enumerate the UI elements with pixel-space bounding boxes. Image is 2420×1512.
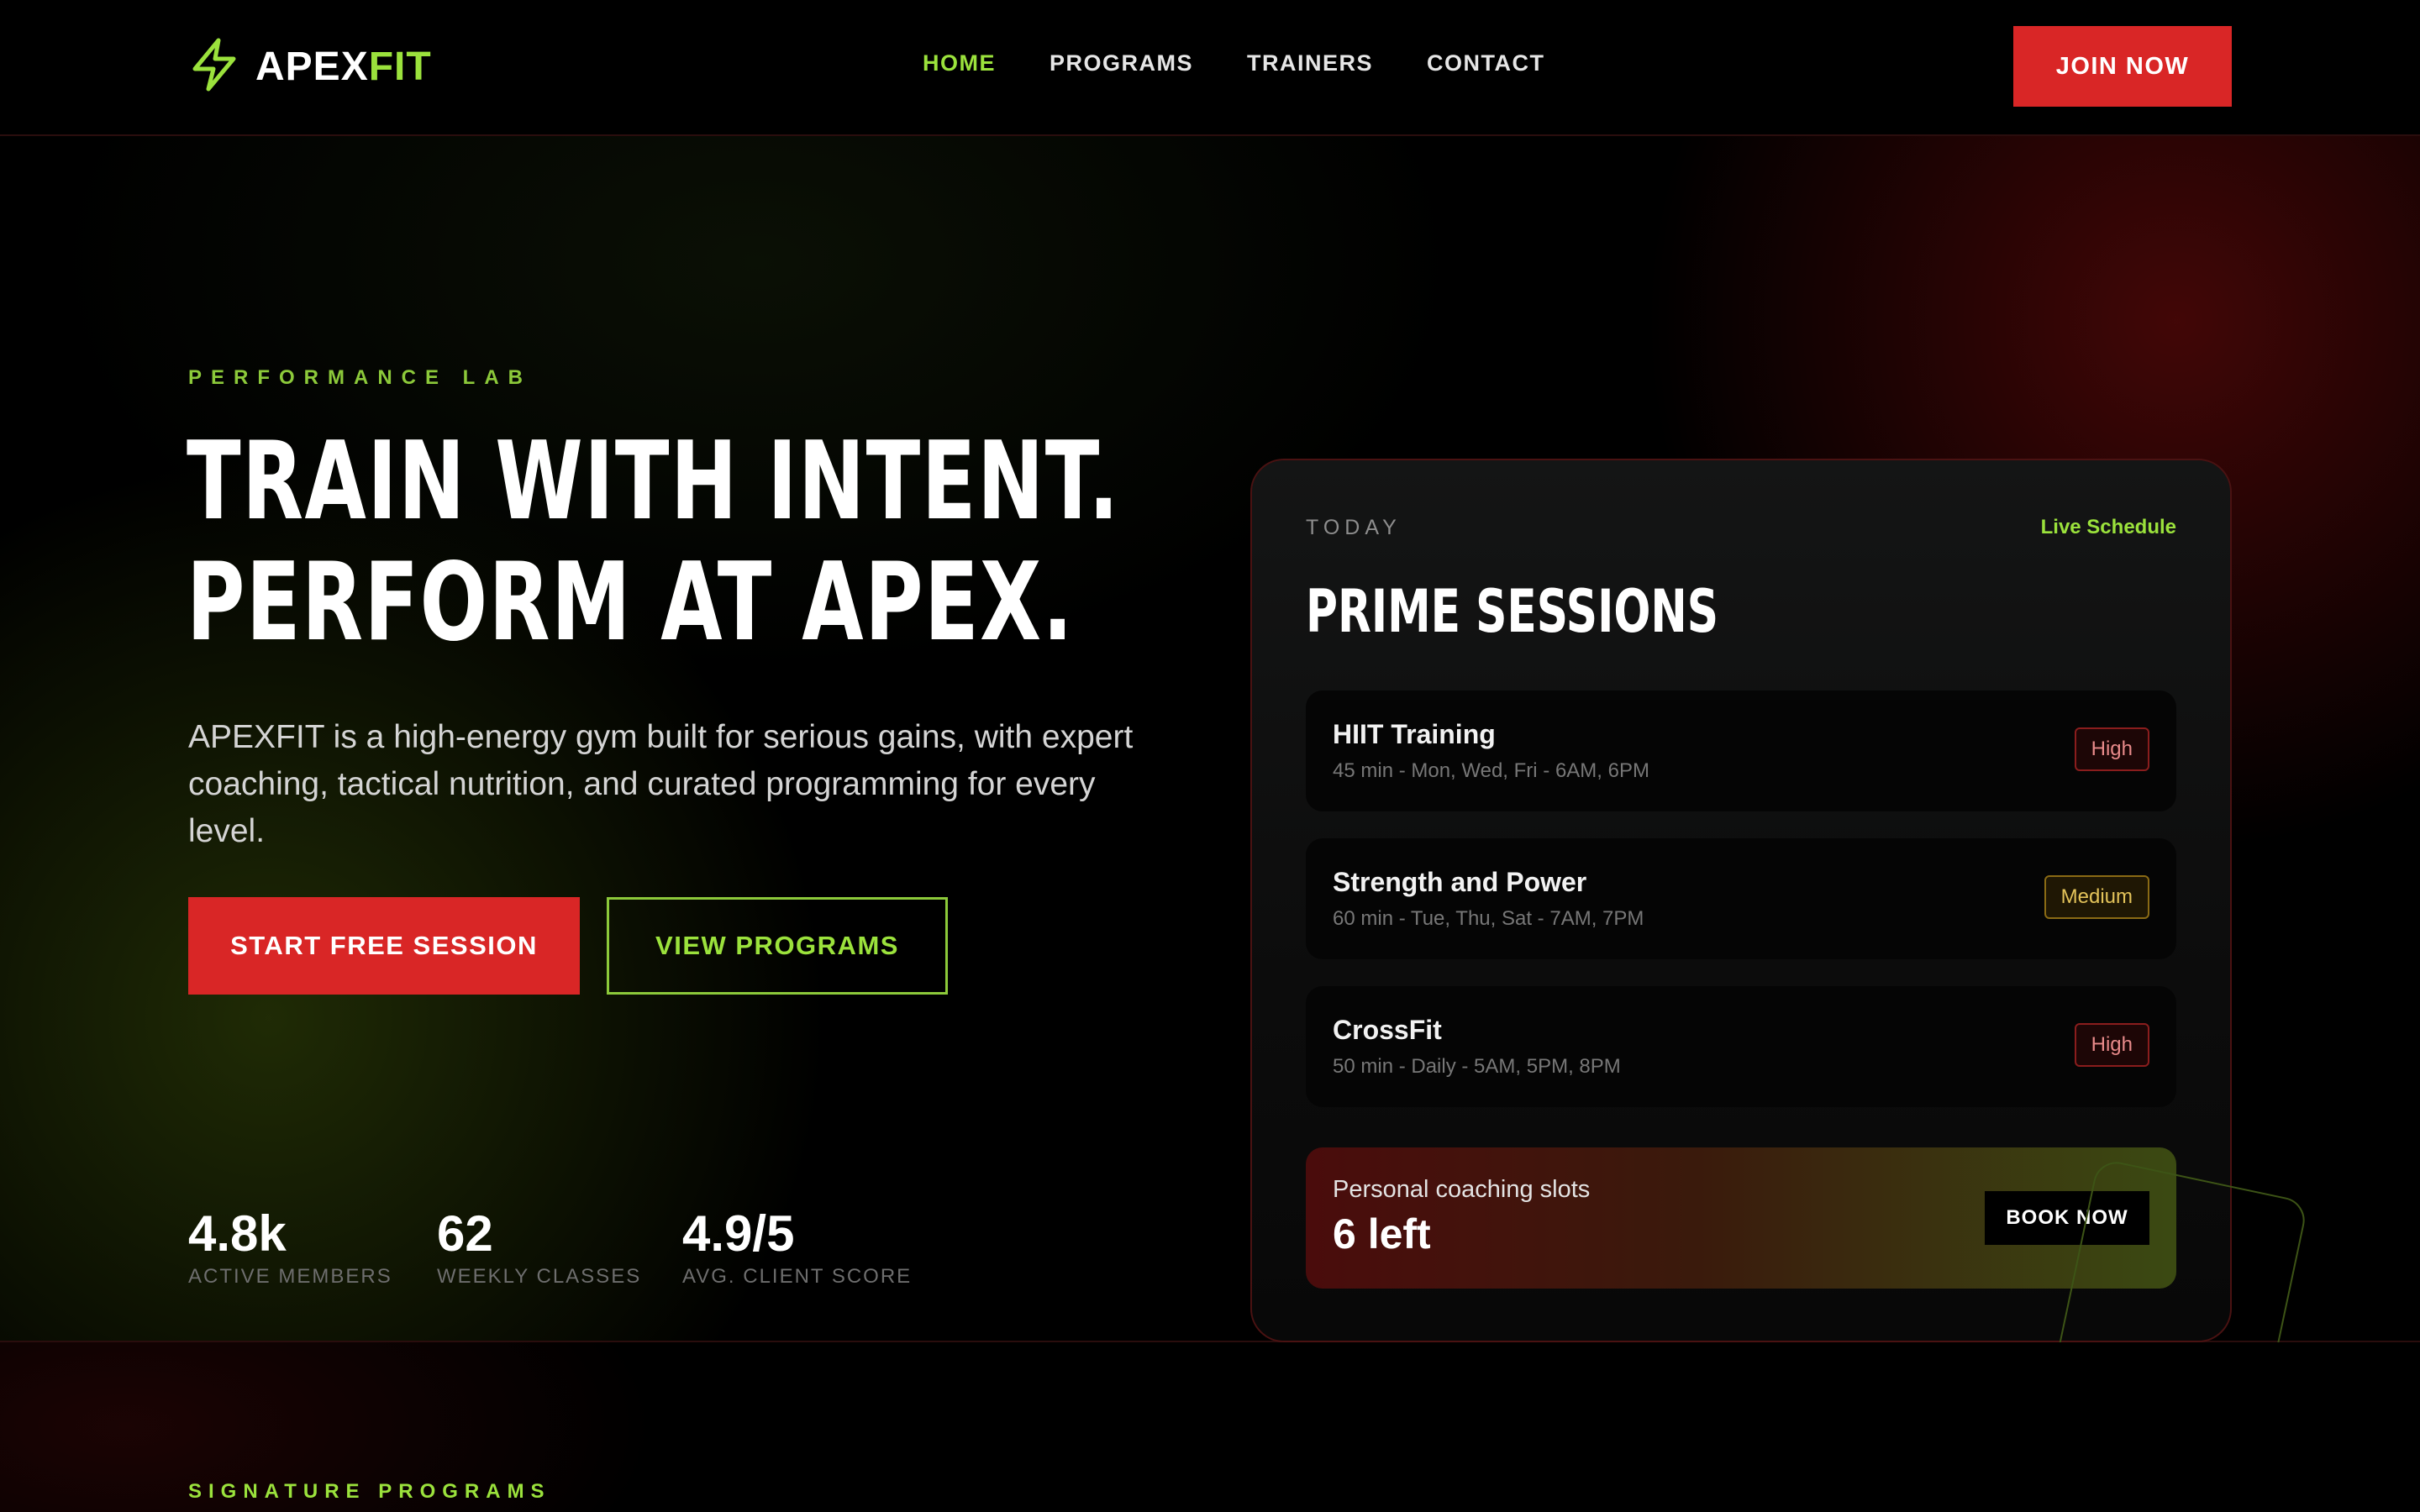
programs-eyebrow: SIGNATURE PROGRAMS (188, 1480, 551, 1503)
session-meta: 45 min - Mon, Wed, Fri - 6AM, 6PM (1333, 759, 1649, 782)
session-name: Strength and Power (1333, 867, 1587, 897)
stat-weekly-classes: 62 WEEKLY CLASSES (437, 1205, 641, 1289)
coaching-slots-banner: Personal coaching slots 6 left BOOK NOW (1306, 1147, 2176, 1289)
intensity-badge: Medium (2044, 875, 2149, 919)
nav-link-contact[interactable]: CONTACT (1427, 50, 1544, 76)
coaching-label: Personal coaching slots (1333, 1176, 1591, 1203)
coaching-slots-count: 6 left (1333, 1210, 1431, 1257)
stat-label: WEEKLY CLASSES (437, 1265, 642, 1288)
intensity-badge: High (2074, 727, 2149, 771)
primary-nav: HOME PROGRAMS TRAINERS CONTACT (923, 50, 1545, 76)
stat-active-members: 4.8k ACTIVE MEMBERS (188, 1205, 392, 1289)
live-schedule-link[interactable]: Live Schedule (2041, 516, 2176, 539)
hero-headline: TRAIN WITH INTENT. PERFORM AT APEX. (187, 422, 1120, 664)
hero-section: PERFORMANCE LAB TRAIN WITH INTENT. PERFO… (0, 136, 2420, 1413)
session-item-strength[interactable]: Strength and Power 60 min - Tue, Thu, Sa… (1306, 838, 2176, 959)
session-meta: 50 min - Daily - 5AM, 5PM, 8PM (1333, 1055, 1621, 1078)
view-programs-button[interactable]: VIEW PROGRAMS (607, 897, 948, 995)
schedule-title: PRIME SESSIONS (1306, 577, 1719, 646)
hero-headline-line-1: TRAIN WITH INTENT. (187, 419, 1120, 544)
session-item-hiit[interactable]: HIIT Training 45 min - Mon, Wed, Fri - 6… (1306, 690, 2176, 811)
programs-section: SIGNATURE PROGRAMS (0, 1342, 2420, 1512)
session-name: CrossFit (1333, 1015, 1442, 1045)
schedule-card: TODAY Live Schedule PRIME SESSIONS HIIT … (1250, 459, 2232, 1342)
brand-logo[interactable]: APEXFIT (188, 37, 432, 97)
lightning-bolt-icon (188, 37, 240, 97)
session-meta: 60 min - Tue, Thu, Sat - 7AM, 7PM (1333, 907, 1644, 930)
join-now-button[interactable]: JOIN NOW (2013, 26, 2232, 107)
session-name: HIIT Training (1333, 719, 1496, 749)
stat-label: ACTIVE MEMBERS (188, 1265, 392, 1288)
brand-name: APEXFIT (255, 44, 432, 89)
hero-description: APEXFIT is a high-energy gym built for s… (188, 719, 1134, 849)
stat-value: 4.8k (188, 1205, 287, 1262)
stat-client-score: 4.9/5 AVG. CLIENT SCORE (682, 1205, 912, 1289)
intensity-badge: High (2074, 1023, 2149, 1067)
nav-link-trainers[interactable]: TRAINERS (1247, 50, 1373, 76)
hero-headline-line-2: PERFORM AT APEX. (187, 540, 1075, 665)
start-free-session-button[interactable]: START FREE SESSION (188, 897, 580, 995)
stat-value: 4.9/5 (682, 1205, 795, 1262)
session-item-crossfit[interactable]: CrossFit 50 min - Daily - 5AM, 5PM, 8PM … (1306, 986, 2176, 1107)
stat-label: AVG. CLIENT SCORE (682, 1265, 913, 1288)
nav-link-programs[interactable]: PROGRAMS (1050, 50, 1193, 76)
hero-eyebrow: PERFORMANCE LAB (188, 366, 532, 389)
top-navigation: APEXFIT HOME PROGRAMS TRAINERS CONTACT J… (0, 0, 2420, 136)
stat-value: 62 (437, 1205, 493, 1262)
schedule-eyebrow: TODAY (1306, 516, 1402, 539)
nav-link-home[interactable]: HOME (923, 50, 996, 76)
